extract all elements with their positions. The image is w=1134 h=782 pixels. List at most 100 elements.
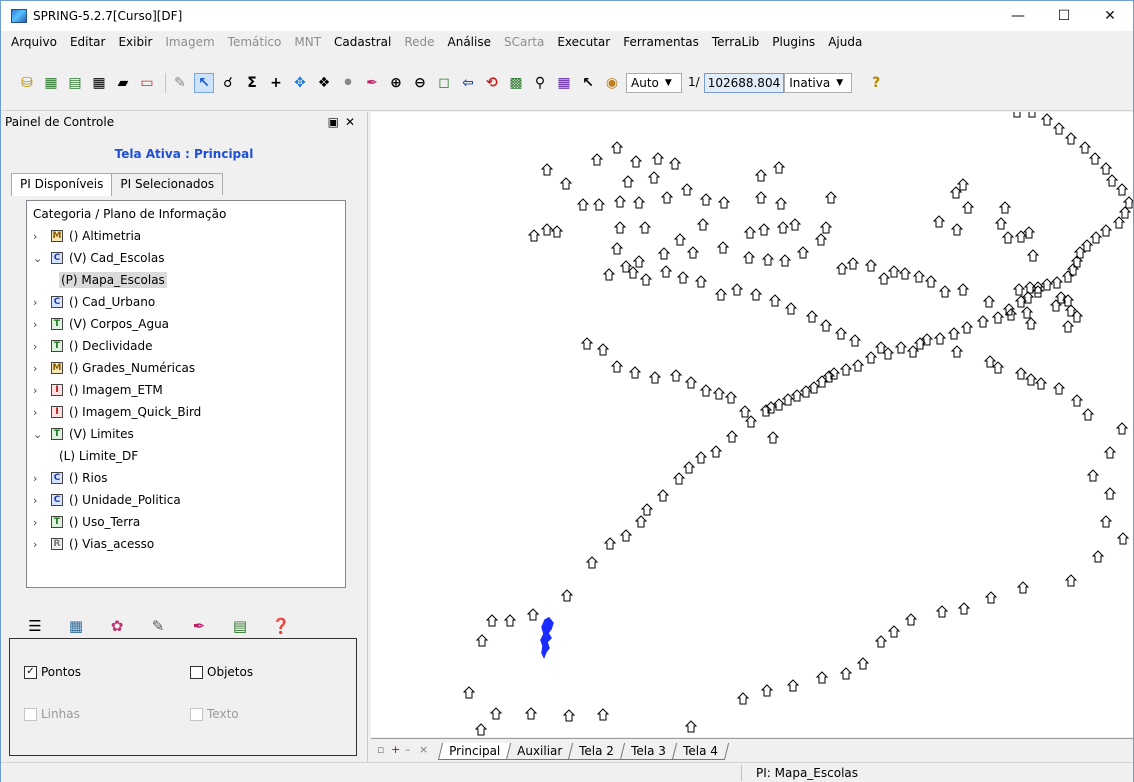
school-point-marker[interactable] <box>796 246 810 259</box>
school-point-marker[interactable] <box>819 319 833 332</box>
school-point-marker[interactable] <box>950 345 964 358</box>
school-point-marker[interactable] <box>744 415 758 428</box>
school-point-marker[interactable] <box>874 635 888 648</box>
school-point-marker[interactable] <box>724 391 738 404</box>
palette-icon[interactable]: ◉ <box>602 73 622 93</box>
school-point-marker[interactable] <box>774 197 788 210</box>
school-point-marker[interactable] <box>613 195 627 208</box>
school-point-marker[interactable] <box>1061 320 1075 333</box>
school-point-marker[interactable] <box>991 311 1005 324</box>
school-point-marker[interactable] <box>1016 581 1030 594</box>
tab-tela-2[interactable]: Tela 2 <box>568 743 626 760</box>
school-point-marker[interactable] <box>716 241 730 254</box>
school-point-marker[interactable] <box>462 686 476 699</box>
school-point-marker[interactable] <box>1052 382 1066 395</box>
school-point-marker[interactable] <box>1021 291 1035 304</box>
restore-icon[interactable]: ⟲ <box>482 73 502 93</box>
school-point-marker[interactable] <box>474 723 488 736</box>
school-point-marker[interactable] <box>887 625 901 638</box>
school-point-marker[interactable] <box>956 283 970 296</box>
school-point-marker[interactable] <box>956 178 970 191</box>
zoom-factor-icon[interactable]: ⚲ <box>530 73 550 93</box>
school-point-marker[interactable] <box>924 275 938 288</box>
school-point-marker[interactable] <box>1099 515 1113 528</box>
tree-item[interactable]: › M () Grades_Numéricas <box>33 357 345 379</box>
school-point-marker[interactable] <box>1103 446 1117 459</box>
tree-item[interactable]: › T () Declividade <box>33 335 345 357</box>
school-point-marker[interactable] <box>947 327 961 340</box>
school-point-marker[interactable] <box>933 332 947 345</box>
pencil-icon[interactable]: ✒ <box>190 617 208 635</box>
chevron-right-icon[interactable]: › <box>33 340 47 353</box>
school-point-marker[interactable] <box>660 191 674 204</box>
cursor-icon[interactable]: ↖ <box>194 73 214 93</box>
pontos-option[interactable]: ✓ Pontos <box>24 665 81 679</box>
menu-editar[interactable]: Editar <box>70 35 106 49</box>
school-point-marker[interactable] <box>526 608 540 621</box>
list-icon[interactable]: ☰ <box>26 617 44 635</box>
school-point-marker[interactable] <box>848 334 862 347</box>
tab-tela-3[interactable]: Tela 3 <box>620 743 678 760</box>
tree-item[interactable]: › T (V) Corpos_Agua <box>33 313 345 335</box>
school-point-marker[interactable] <box>590 153 604 166</box>
school-point-marker[interactable] <box>961 201 975 214</box>
menu-executar[interactable]: Executar <box>557 35 610 49</box>
school-point-marker[interactable] <box>540 223 554 236</box>
tab-principal[interactable]: Principal <box>437 743 512 760</box>
school-point-marker[interactable] <box>694 275 708 288</box>
school-point-marker[interactable] <box>1064 574 1078 587</box>
school-point-marker[interactable] <box>592 198 606 211</box>
school-point-marker[interactable] <box>772 398 786 411</box>
school-point-marker[interactable] <box>1064 132 1078 145</box>
school-point-marker[interactable] <box>540 163 554 176</box>
school-point-marker[interactable] <box>632 196 646 209</box>
school-point-marker[interactable] <box>815 671 829 684</box>
school-point-marker[interactable] <box>585 556 599 569</box>
school-point-marker[interactable] <box>1034 377 1048 390</box>
tree-item[interactable]: ⌄ C (V) Cad_Escolas <box>33 247 345 269</box>
school-point-marker[interactable] <box>714 288 728 301</box>
school-point-marker[interactable] <box>524 707 538 720</box>
school-point-marker[interactable] <box>475 634 489 647</box>
chevron-right-icon[interactable]: › <box>33 516 47 529</box>
school-point-marker[interactable] <box>1118 206 1132 219</box>
school-point-marker[interactable] <box>1070 394 1084 407</box>
school-point-marker[interactable] <box>807 381 821 394</box>
menu-exibir[interactable]: Exibir <box>118 35 152 49</box>
menu-plugins[interactable]: Plugins <box>772 35 815 49</box>
school-point-marker[interactable] <box>1002 303 1016 316</box>
school-point-marker[interactable] <box>647 171 661 184</box>
school-point-marker[interactable] <box>760 684 774 697</box>
school-point-marker[interactable] <box>1050 276 1064 289</box>
school-point-marker[interactable] <box>640 503 654 516</box>
tab-tela-4[interactable]: Tela 4 <box>671 743 729 760</box>
school-point-marker[interactable] <box>621 175 635 188</box>
school-point-marker[interactable] <box>912 270 926 283</box>
school-point-marker[interactable] <box>835 262 849 275</box>
school-point-marker[interactable] <box>684 376 698 389</box>
school-point-marker[interactable] <box>610 141 624 154</box>
school-point-marker[interactable] <box>1099 224 1113 237</box>
pencil-icon[interactable]: ✎ <box>170 73 190 93</box>
school-point-marker[interactable] <box>788 218 802 231</box>
school-point-marker[interactable] <box>651 152 665 165</box>
menu-ajuda[interactable]: Ajuda <box>828 35 862 49</box>
school-point-marker[interactable] <box>1052 122 1066 135</box>
zoom-search-icon[interactable]: ☌ <box>218 73 238 93</box>
school-point-marker[interactable] <box>1081 408 1095 421</box>
school-point-marker[interactable] <box>1012 112 1022 118</box>
school-point-marker[interactable] <box>786 679 800 692</box>
school-point-marker[interactable] <box>935 605 949 618</box>
pointer-icon[interactable]: ↖ <box>578 73 598 93</box>
book-icon[interactable]: ▤ <box>231 617 249 635</box>
layer-add-icon[interactable]: ▩ <box>506 73 526 93</box>
add-screen-icon[interactable]: + <box>391 743 402 756</box>
school-point-marker[interactable] <box>1012 283 1026 296</box>
tree-item[interactable]: ⌄ T (V) Limites <box>33 423 345 445</box>
school-point-marker[interactable] <box>1040 113 1054 126</box>
school-point-marker[interactable] <box>485 614 499 627</box>
school-point-marker[interactable] <box>932 215 946 228</box>
zoom-area-icon[interactable]: ◻ <box>434 73 454 93</box>
school-point-marker[interactable] <box>696 218 710 231</box>
school-point-marker[interactable] <box>709 445 723 458</box>
